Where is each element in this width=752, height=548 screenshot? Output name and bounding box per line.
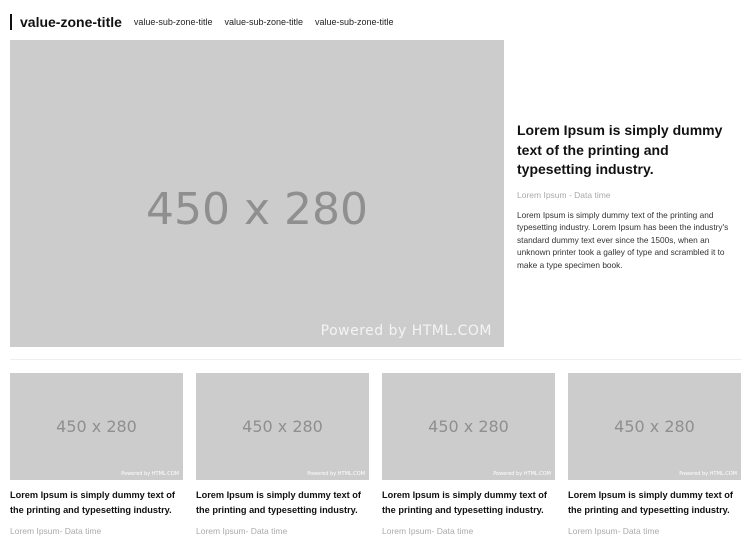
zone-header: value-zone-title value-sub-zone-title va… <box>10 13 406 31</box>
sub-zone-tab[interactable]: value-sub-zone-title <box>224 17 303 27</box>
article-card-image[interactable]: 450 x 280 Powered by HTML.COM <box>568 373 741 480</box>
zone-title-bar <box>10 14 12 30</box>
article-card-title[interactable]: Lorem Ipsum is simply dummy text of the … <box>568 488 741 518</box>
article-card-meta: Lorem Ipsum- Data time <box>10 526 102 536</box>
article-card-meta: Lorem Ipsum- Data time <box>196 526 288 536</box>
section-divider <box>10 359 741 360</box>
image-powered-label: Powered by HTML.COM <box>320 323 492 339</box>
sub-zone-tabs: value-sub-zone-title value-sub-zone-titl… <box>134 17 406 27</box>
article-card: 450 x 280 Powered by HTML.COM Lorem Ipsu… <box>196 373 369 536</box>
article-card-meta: Lorem Ipsum- Data time <box>382 526 474 536</box>
image-size-label: 450 x 280 <box>614 417 695 436</box>
featured-article: Lorem Ipsum is simply dummy text of the … <box>517 121 737 271</box>
image-powered-label: Powered by HTML.COM <box>493 471 551 477</box>
featured-article-meta: Lorem Ipsum - Data time <box>517 189 611 200</box>
image-powered-label: Powered by HTML.COM <box>307 471 365 477</box>
image-powered-label: Powered by HTML.COM <box>679 471 737 477</box>
article-card-image[interactable]: 450 x 280 Powered by HTML.COM <box>196 373 369 480</box>
article-card-meta: Lorem Ipsum- Data time <box>568 526 660 536</box>
article-card-title[interactable]: Lorem Ipsum is simply dummy text of the … <box>382 488 555 518</box>
image-powered-label: Powered by HTML.COM <box>121 471 179 477</box>
image-size-label: 450 x 280 <box>146 184 368 235</box>
image-size-label: 450 x 280 <box>56 417 137 436</box>
article-card-image[interactable]: 450 x 280 Powered by HTML.COM <box>10 373 183 480</box>
article-card-image[interactable]: 450 x 280 Powered by HTML.COM <box>382 373 555 480</box>
sub-zone-tab[interactable]: value-sub-zone-title <box>134 17 213 27</box>
article-card-title[interactable]: Lorem Ipsum is simply dummy text of the … <box>196 488 369 518</box>
article-card-title[interactable]: Lorem Ipsum is simply dummy text of the … <box>10 488 183 518</box>
featured-article-summary: Lorem Ipsum is simply dummy text of the … <box>517 209 729 270</box>
article-card: 450 x 280 Powered by HTML.COM Lorem Ipsu… <box>382 373 555 536</box>
article-card: 450 x 280 Powered by HTML.COM Lorem Ipsu… <box>568 373 741 536</box>
featured-article-title[interactable]: Lorem Ipsum is simply dummy text of the … <box>517 121 737 180</box>
image-size-label: 450 x 280 <box>242 417 323 436</box>
sub-zone-tab[interactable]: value-sub-zone-title <box>315 17 394 27</box>
image-size-label: 450 x 280 <box>428 417 509 436</box>
zone-title: value-zone-title <box>20 14 122 30</box>
featured-article-image[interactable]: 450 x 280 Powered by HTML.COM <box>10 40 504 347</box>
article-card: 450 x 280 Powered by HTML.COM Lorem Ipsu… <box>10 373 183 536</box>
